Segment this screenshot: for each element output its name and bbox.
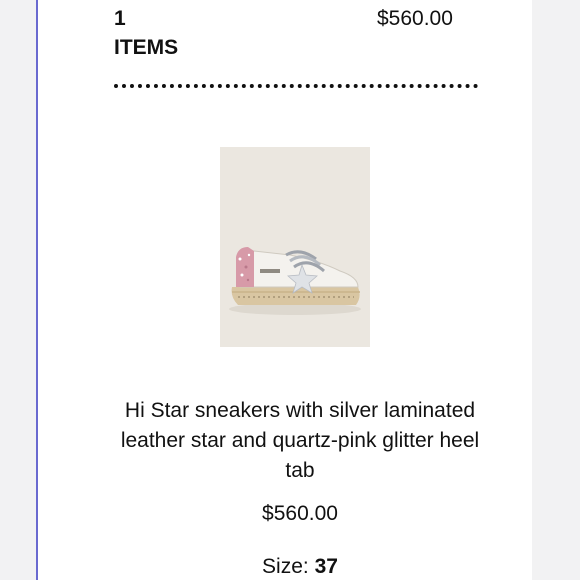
size-value: 37 — [314, 555, 338, 578]
order-summary-page: 1 ITEMS $560.00 Hi Star sneakers with si… — [0, 0, 580, 580]
product-price: $560.00 — [262, 502, 338, 525]
product-title[interactable]: Hi Star sneakers with silver laminated l… — [110, 396, 490, 486]
summary-item-count: 1 ITEMS — [114, 4, 254, 62]
item-count-number: 1 — [114, 7, 126, 30]
sneaker-illustration — [220, 147, 370, 347]
product-size: Size: 37 — [110, 552, 490, 580]
dotted-divider — [114, 84, 478, 88]
right-gutter — [532, 0, 580, 580]
summary-total: $560.00 — [377, 7, 453, 30]
product-image[interactable] — [220, 147, 370, 347]
item-count-label: ITEMS — [114, 36, 179, 59]
size-label: Size: — [262, 555, 315, 578]
